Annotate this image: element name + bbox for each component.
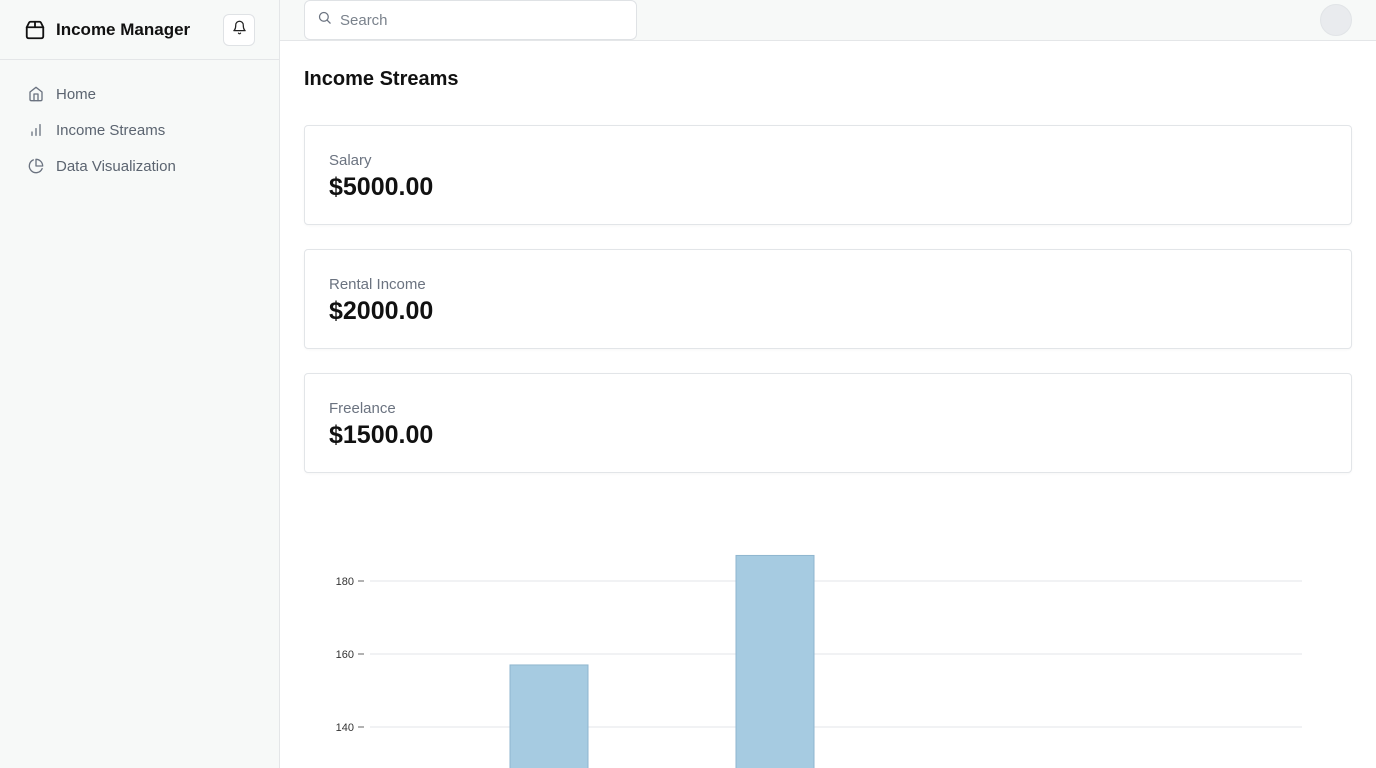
sidebar-item-label: Home	[56, 85, 97, 103]
package-icon	[24, 19, 46, 41]
chart-bar[interactable]	[509, 664, 589, 768]
bar-chart-icon	[28, 122, 44, 138]
chart-svg: 140 160 180	[336, 554, 1302, 768]
avatar[interactable]	[1320, 4, 1352, 36]
y-tick-label: 160	[336, 649, 354, 661]
search-box[interactable]	[304, 0, 637, 40]
chart-bar[interactable]	[735, 554, 815, 768]
card-value: $2000.00	[329, 297, 434, 325]
income-card-salary: Salary $5000.00	[304, 125, 1352, 225]
home-icon	[28, 86, 44, 102]
card-value: $5000.00	[329, 173, 434, 201]
search-icon	[317, 10, 332, 30]
income-card-rental: Rental Income $2000.00	[304, 249, 1352, 349]
main-area: Income Streams Salary $5000.00 Rental In…	[280, 0, 1376, 768]
sidebar-item-home[interactable]: Home	[16, 76, 263, 112]
income-card-freelance: Freelance $1500.00	[304, 373, 1352, 473]
pie-chart-icon	[28, 158, 44, 174]
card-value: $1500.00	[329, 421, 434, 449]
sidebar: Income Manager Home Income Streams Data …	[0, 0, 280, 768]
page-title: Income Streams	[304, 68, 459, 90]
notifications-button[interactable]	[223, 13, 255, 46]
page-content: Income Streams Salary $5000.00 Rental In…	[280, 41, 1376, 768]
topbar	[280, 0, 1376, 41]
card-label: Rental Income	[329, 276, 426, 293]
app-title: Income Manager	[56, 19, 191, 39]
bell-icon	[232, 20, 247, 40]
app-root: Income Manager Home Income Streams Data …	[0, 0, 1376, 768]
sidebar-header: Income Manager	[0, 0, 279, 60]
card-label: Salary	[329, 152, 372, 169]
sidebar-item-label: Income Streams	[56, 121, 166, 139]
card-label: Freelance	[329, 400, 396, 417]
search-input[interactable]	[340, 11, 624, 29]
sidebar-item-data-visualization[interactable]: Data Visualization	[16, 148, 263, 184]
sidebar-item-label: Data Visualization	[56, 157, 176, 175]
y-tick-label: 140	[336, 722, 354, 734]
y-tick-label: 180	[336, 576, 354, 588]
brand[interactable]: Income Manager	[24, 19, 190, 41]
sidebar-item-income-streams[interactable]: Income Streams	[16, 112, 263, 148]
sidebar-nav: Home Income Streams Data Visualization	[0, 60, 279, 200]
income-chart: 140 160 180	[304, 497, 1352, 768]
